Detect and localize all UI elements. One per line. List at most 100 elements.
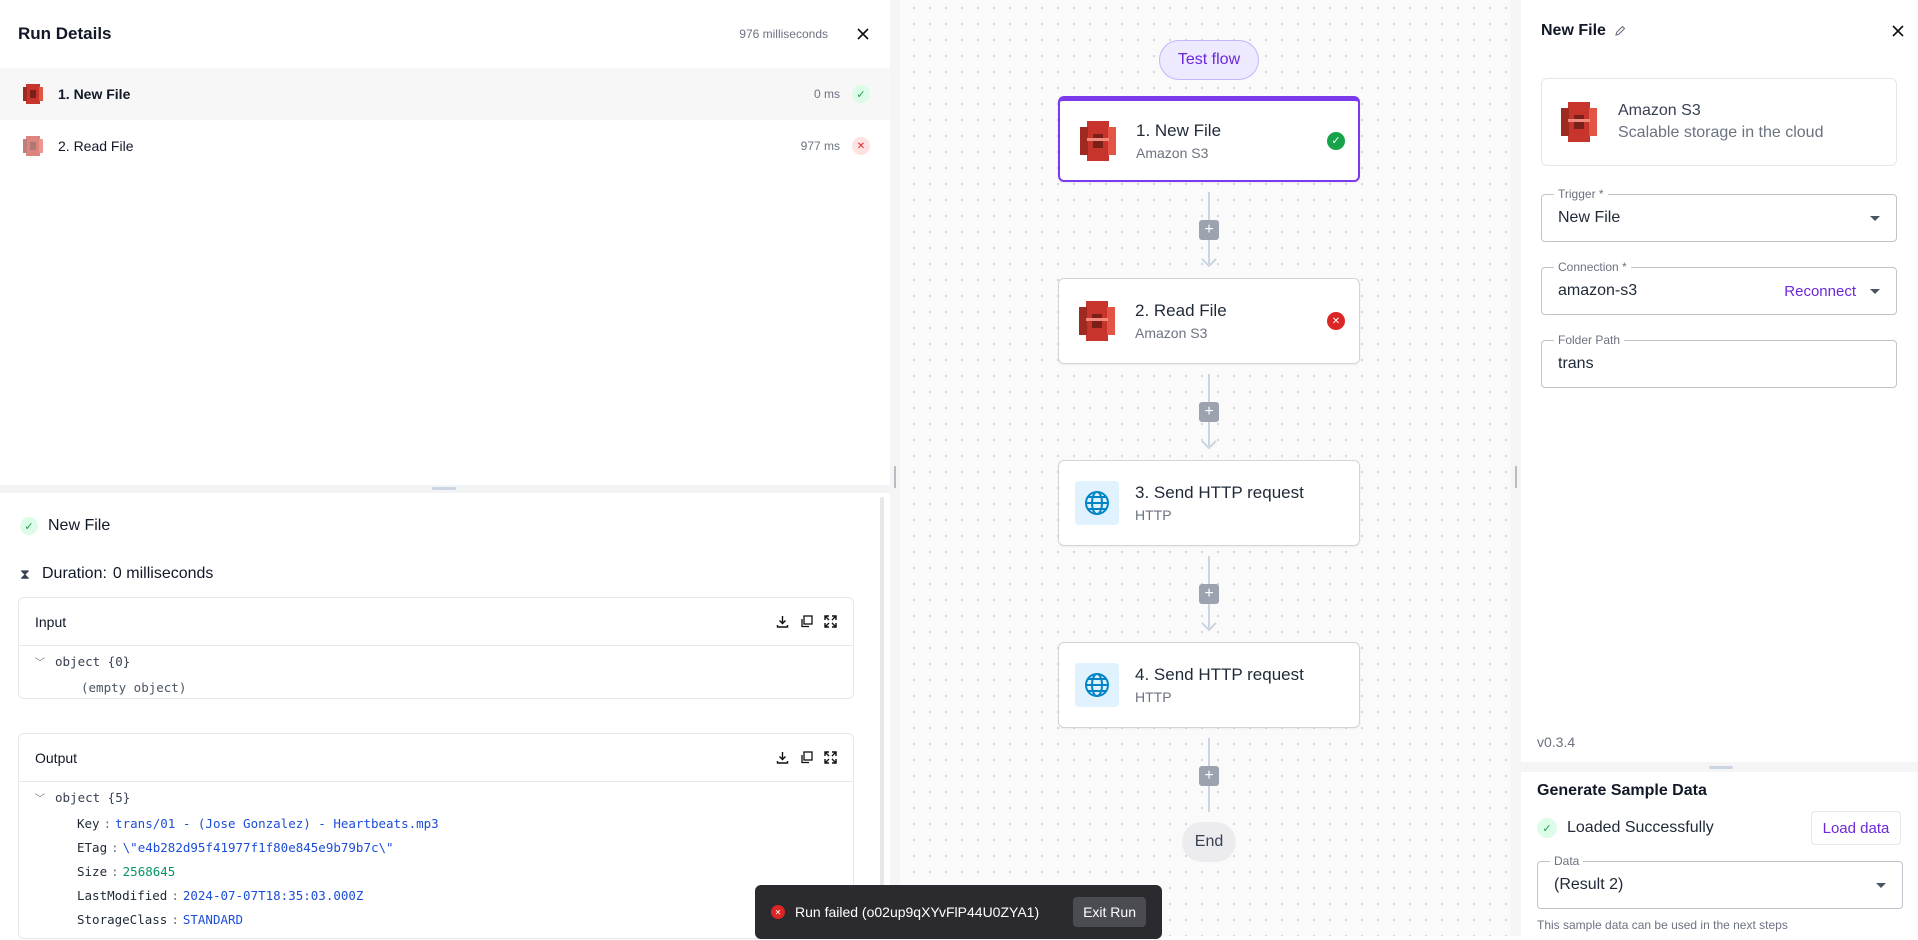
arrow-down-icon — [1201, 440, 1217, 450]
pencil-icon — [1615, 25, 1626, 36]
node-title: 4. Send HTTP request — [1135, 665, 1304, 684]
settings-resize-handle[interactable] — [1521, 762, 1918, 772]
step-settings-header: New File — [1541, 22, 1911, 40]
flow-node-http-3[interactable]: 3. Send HTTP request HTTP — [1058, 460, 1360, 546]
scrollbar[interactable] — [880, 497, 884, 937]
field-key: Key — [77, 816, 100, 831]
copy-icon — [800, 751, 813, 764]
caret-down-icon — [1870, 288, 1880, 294]
piece-name: Amazon S3 — [1618, 102, 1701, 119]
output-field-key: Key: trans/01 - (Jose Gonzalez) - Heartbe… — [77, 816, 439, 831]
node-subtitle: HTTP — [1135, 507, 1172, 523]
download-button[interactable] — [775, 615, 789, 629]
right-panel-resize-handle[interactable] — [1511, 0, 1521, 936]
input-tree: ﹀ object {0} (empty object) — [19, 646, 853, 708]
success-check-icon: ✓ — [1537, 818, 1557, 838]
step-status: ✓ New File — [20, 517, 110, 535]
resize-grip-icon — [432, 487, 456, 490]
field-key: ETag — [77, 840, 108, 855]
run-details-panel: Run Details 976 milliseconds 1. New File… — [0, 0, 890, 939]
edit-name-button[interactable] — [1614, 25, 1626, 37]
node-subtitle: Amazon S3 — [1135, 325, 1208, 341]
field-label: Trigger * — [1554, 187, 1608, 201]
node-title: 1. New File — [1136, 120, 1222, 140]
amazon-s3-icon — [23, 136, 43, 156]
trigger-select[interactable]: Trigger * New File — [1541, 187, 1897, 242]
field-value: \"e4b282d95f41977f1f80e845e9b79b7c\" — [122, 840, 394, 855]
flow-node-read-file[interactable]: 2. Read File Amazon S3 ✕ — [1058, 278, 1360, 364]
globe-icon — [1075, 663, 1119, 707]
output-tree: ﹀ object {5} Key: trans/01 - (Jose Gonzale… — [19, 782, 853, 940]
copy-icon — [800, 615, 813, 628]
run-steps-section: Run Details 976 milliseconds 1. New File… — [0, 0, 890, 485]
node-subtitle: HTTP — [1135, 689, 1172, 705]
node-subtitle: Amazon S3 — [1136, 144, 1209, 161]
output-title: Output — [35, 749, 78, 766]
tree-root[interactable]: ﹀ object {0} — [35, 650, 837, 676]
flow-node-http-4[interactable]: 4. Send HTTP request HTTP — [1058, 642, 1360, 728]
arrow-down-icon — [1201, 258, 1217, 268]
copy-button[interactable] — [799, 615, 813, 629]
field-key: Size — [77, 864, 108, 879]
chevron-down-icon: ﹀ — [35, 658, 45, 669]
expand-button[interactable] — [823, 615, 837, 629]
field-value: 2024-07-07T18:35:03.000Z — [182, 888, 364, 903]
close-icon — [857, 28, 869, 40]
caret-down-icon — [1876, 882, 1886, 888]
expand-icon — [823, 751, 837, 764]
add-step-button[interactable]: + — [1199, 402, 1219, 422]
run-step-read-file[interactable]: 2. Read File 977 ms ✕ — [0, 120, 890, 172]
output-panel: Output ﹀ object {5} Key: trans/01 - (Jose … — [18, 733, 854, 939]
panel-resize-handle[interactable] — [0, 485, 890, 493]
success-check-icon: ✓ — [1327, 131, 1345, 150]
download-icon — [776, 616, 788, 628]
chevron-down-icon: ﹀ — [35, 794, 45, 805]
duration-label: Duration: — [42, 565, 107, 582]
connection-select[interactable]: Connection * amazon-s3 Reconnect — [1541, 260, 1897, 315]
add-step-button[interactable]: + — [1199, 220, 1219, 240]
sample-data-title: Generate Sample Data — [1537, 782, 1707, 799]
run-step-label: 1. New File — [58, 86, 131, 102]
node-title: 3. Send HTTP request — [1135, 483, 1304, 502]
test-flow-button[interactable]: Test flow — [1159, 40, 1259, 80]
tree-root[interactable]: ﹀ object {5} — [35, 786, 837, 812]
expand-button[interactable] — [823, 751, 837, 765]
run-step-new-file[interactable]: 1. New File 0 ms ✓ — [0, 68, 890, 120]
caret-down-icon — [1870, 215, 1880, 221]
output-header: Output — [19, 734, 853, 782]
amazon-s3-icon — [1076, 119, 1120, 163]
input-panel: Input ﹀ object {0} (empty object) — [18, 597, 854, 699]
sample-data-status-text: Loaded Successfully — [1567, 819, 1714, 836]
step-settings-panel: New File Amazon S3 Scalable storage in t… — [1521, 0, 1918, 936]
close-step-settings-button[interactable] — [1889, 22, 1907, 40]
step-duration: ⧗ Duration: 0 milliseconds — [20, 565, 213, 583]
flow-end-marker: End — [1182, 822, 1236, 862]
copy-button[interactable] — [799, 751, 813, 765]
left-panel-resize-handle[interactable] — [890, 0, 900, 936]
close-icon — [1892, 25, 1904, 37]
add-step-button[interactable]: + — [1199, 584, 1219, 604]
piece-description: Scalable storage in the cloud — [1618, 124, 1824, 141]
field-value: trans — [1558, 355, 1594, 372]
run-step-label: 2. Read File — [58, 138, 134, 154]
tree-root-label: object {5} — [55, 790, 131, 805]
hourglass-icon: ⧗ — [20, 565, 30, 582]
step-name: New File — [48, 517, 111, 534]
close-run-details-button[interactable] — [854, 25, 872, 43]
flow-node-new-file[interactable]: 1. New File Amazon S3 ✓ — [1058, 96, 1360, 182]
step-settings-title[interactable]: New File — [1541, 22, 1606, 40]
exit-run-button[interactable]: Exit Run — [1073, 897, 1146, 927]
add-step-button[interactable]: + — [1199, 766, 1219, 786]
amazon-s3-icon — [1561, 102, 1597, 142]
field-value: New File — [1558, 209, 1621, 226]
resize-grip-icon — [1709, 766, 1733, 769]
field-value: (Result 2) — [1554, 876, 1624, 893]
load-data-button[interactable]: Load data — [1811, 811, 1901, 845]
input-header: Input — [19, 598, 853, 646]
field-value: trans/01 - (Jose Gonzalez) - Heartbeats.… — [115, 816, 439, 831]
sample-data-select[interactable]: Data (Result 2) — [1537, 854, 1903, 909]
download-button[interactable] — [775, 751, 789, 765]
run-details-header: Run Details 976 milliseconds — [0, 0, 890, 68]
reconnect-button[interactable]: Reconnect — [1784, 283, 1856, 300]
folder-path-input[interactable]: Folder Path trans — [1541, 333, 1897, 388]
